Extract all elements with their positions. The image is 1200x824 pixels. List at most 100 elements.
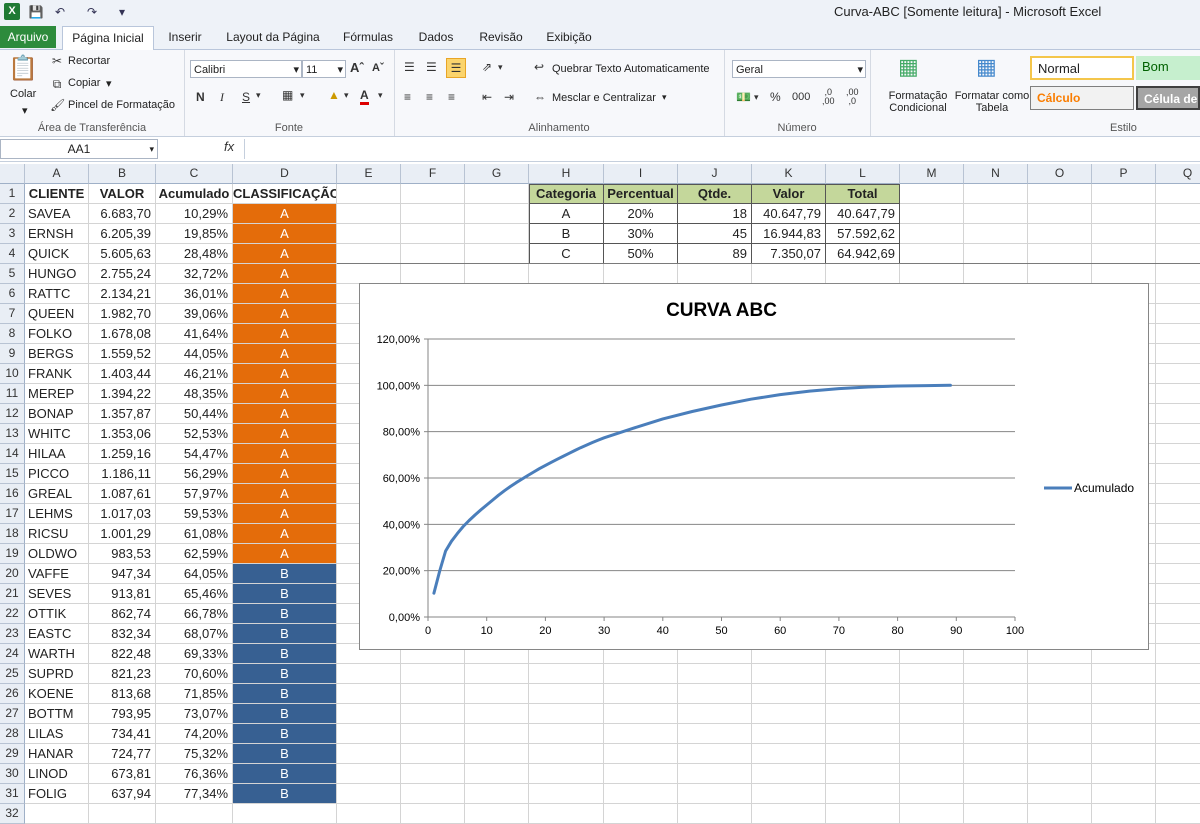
- style-calculation[interactable]: Cálculo: [1030, 86, 1134, 110]
- empty-cell[interactable]: [337, 224, 401, 244]
- cell[interactable]: 2.755,24: [89, 264, 156, 284]
- cell[interactable]: A: [233, 204, 337, 224]
- empty-cell[interactable]: [604, 704, 678, 724]
- style-check-cell[interactable]: Célula de: [1136, 86, 1200, 110]
- cell[interactable]: 1.001,29: [89, 524, 156, 544]
- empty-cell[interactable]: [465, 684, 529, 704]
- empty-cell[interactable]: [337, 664, 401, 684]
- column-header-P[interactable]: P: [1092, 164, 1156, 184]
- empty-cell[interactable]: [1156, 544, 1200, 564]
- empty-cell[interactable]: [604, 264, 678, 284]
- cell[interactable]: FOLIG: [25, 784, 89, 804]
- bold-button[interactable]: N: [196, 90, 205, 104]
- insert-function-icon[interactable]: fx: [224, 139, 234, 154]
- cell[interactable]: A: [233, 324, 337, 344]
- empty-cell[interactable]: [752, 704, 826, 724]
- cell[interactable]: 1.357,87: [89, 404, 156, 424]
- cell[interactable]: A: [233, 224, 337, 244]
- cell[interactable]: ERNSH: [25, 224, 89, 244]
- row-header[interactable]: 18: [0, 524, 25, 544]
- cell[interactable]: 41,64%: [156, 324, 233, 344]
- align-middle-icon[interactable]: ☰: [426, 60, 437, 74]
- empty-cell[interactable]: [337, 684, 401, 704]
- name-box-dropdown-icon[interactable]: ▾: [149, 140, 154, 158]
- row-header[interactable]: 27: [0, 704, 25, 724]
- cell[interactable]: 913,81: [89, 584, 156, 604]
- redo-icon[interactable]: ↷: [82, 3, 102, 21]
- empty-cell[interactable]: [529, 804, 604, 824]
- cell[interactable]: A: [233, 444, 337, 464]
- empty-cell[interactable]: [1156, 504, 1200, 524]
- copy-button[interactable]: Copiar: [68, 77, 100, 89]
- empty-cell[interactable]: [401, 704, 465, 724]
- cell[interactable]: 57,97%: [156, 484, 233, 504]
- empty-cell[interactable]: [465, 784, 529, 804]
- cell[interactable]: A: [233, 424, 337, 444]
- cell[interactable]: 637,94: [89, 784, 156, 804]
- copy-icon[interactable]: ⧉: [50, 77, 64, 92]
- empty-cell[interactable]: [1156, 324, 1200, 344]
- empty-cell[interactable]: [337, 204, 401, 224]
- empty-cell[interactable]: [529, 684, 604, 704]
- empty-cell[interactable]: [1156, 264, 1200, 284]
- empty-cell[interactable]: [964, 204, 1028, 224]
- empty-cell[interactable]: [233, 804, 337, 824]
- row-header[interactable]: 13: [0, 424, 25, 444]
- cell[interactable]: 6.205,39: [89, 224, 156, 244]
- cell[interactable]: 10,29%: [156, 204, 233, 224]
- empty-cell[interactable]: [604, 724, 678, 744]
- tab-file[interactable]: Arquivo: [0, 26, 56, 48]
- row-header[interactable]: 5: [0, 264, 25, 284]
- cell[interactable]: 69,33%: [156, 644, 233, 664]
- paste-button[interactable]: Colar: [10, 88, 36, 100]
- cell[interactable]: 36,01%: [156, 284, 233, 304]
- conditional-formatting-icon[interactable]: ▦: [898, 54, 919, 80]
- fill-color-icon[interactable]: ▲: [328, 88, 340, 102]
- empty-cell[interactable]: [1156, 244, 1200, 264]
- empty-cell[interactable]: [1156, 644, 1200, 664]
- cell[interactable]: 832,34: [89, 624, 156, 644]
- empty-cell[interactable]: [1028, 184, 1092, 204]
- formula-input[interactable]: [244, 139, 1200, 159]
- cell[interactable]: 1.394,22: [89, 384, 156, 404]
- number-format-select[interactable]: Geral ▾: [732, 60, 866, 78]
- cell[interactable]: RICSU: [25, 524, 89, 544]
- cell[interactable]: 1.186,11: [89, 464, 156, 484]
- empty-cell[interactable]: [1156, 804, 1200, 824]
- empty-cell[interactable]: [337, 744, 401, 764]
- cell[interactable]: 59,53%: [156, 504, 233, 524]
- cell[interactable]: 45: [678, 224, 752, 244]
- cell[interactable]: C: [529, 244, 604, 264]
- cell[interactable]: 20%: [604, 204, 678, 224]
- merge-center-icon[interactable]: ⇔: [534, 90, 546, 104]
- style-good[interactable]: Bom: [1136, 56, 1200, 80]
- cell[interactable]: 2.134,21: [89, 284, 156, 304]
- style-normal[interactable]: Normal: [1030, 56, 1134, 80]
- empty-cell[interactable]: [1156, 584, 1200, 604]
- empty-cell[interactable]: [1092, 684, 1156, 704]
- cell[interactable]: 62,59%: [156, 544, 233, 564]
- cell[interactable]: OTTIK: [25, 604, 89, 624]
- empty-cell[interactable]: [826, 804, 900, 824]
- row-header[interactable]: 17: [0, 504, 25, 524]
- empty-cell[interactable]: [529, 264, 604, 284]
- cell[interactable]: LINOD: [25, 764, 89, 784]
- empty-cell[interactable]: [1156, 784, 1200, 804]
- empty-cell[interactable]: [1028, 264, 1092, 284]
- empty-cell[interactable]: [964, 704, 1028, 724]
- row-header[interactable]: 19: [0, 544, 25, 564]
- cell[interactable]: 7.350,07: [752, 244, 826, 264]
- empty-cell[interactable]: [1156, 684, 1200, 704]
- column-header-B[interactable]: B: [89, 164, 156, 184]
- empty-cell[interactable]: [1028, 704, 1092, 724]
- column-header-D[interactable]: D: [233, 164, 337, 184]
- cell[interactable]: 5.605,63: [89, 244, 156, 264]
- empty-cell[interactable]: [1092, 744, 1156, 764]
- empty-cell[interactable]: [1156, 184, 1200, 204]
- cell[interactable]: B: [233, 764, 337, 784]
- copy-dropdown-icon[interactable]: ▾: [106, 77, 112, 90]
- cell[interactable]: A: [233, 364, 337, 384]
- empty-cell[interactable]: [1092, 244, 1156, 264]
- cell[interactable]: VAFFE: [25, 564, 89, 584]
- empty-cell[interactable]: [529, 704, 604, 724]
